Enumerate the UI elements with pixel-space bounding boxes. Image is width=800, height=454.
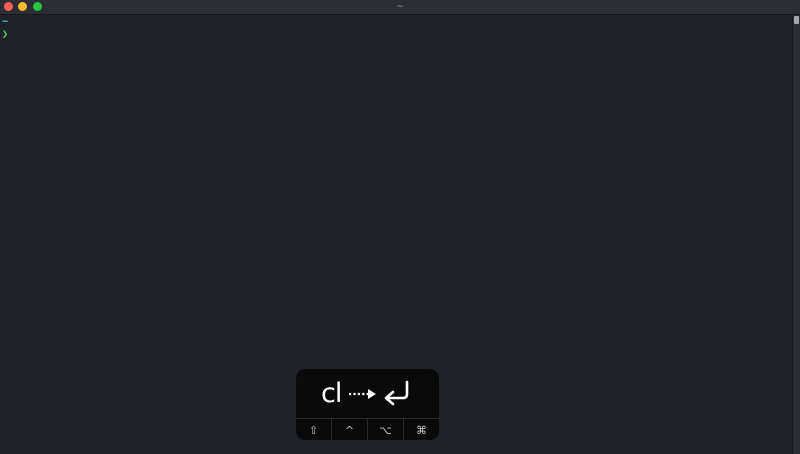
current-directory: ~ [2,16,9,27]
modifier-keys-row: ⇧ ^ ⌥ ⌘ [296,418,439,440]
option-key-icon: ⌥ [368,419,404,440]
prompt-symbol: ❯ [2,29,9,40]
shift-key-icon: ⇧ [296,419,332,440]
return-key-icon [384,380,409,406]
scrollbar[interactable] [792,15,800,454]
window-title: ~ [396,2,404,12]
control-key-icon: ^ [332,419,368,440]
dotted-right-arrow-icon [349,389,376,399]
keystroke-overlay: cl ⇧ ^ ⌥ ⌘ [296,369,439,440]
scroll-thumb[interactable] [794,16,799,24]
keystroke-display: cl [296,369,439,418]
title-bar[interactable]: ~ [0,0,800,15]
command-key-icon: ⌘ [416,423,427,437]
typed-keys: cl [321,378,342,409]
terminal-window: ~ ~ ❯ cl ⇧ ^ ⌥ ⌘ [0,0,800,454]
